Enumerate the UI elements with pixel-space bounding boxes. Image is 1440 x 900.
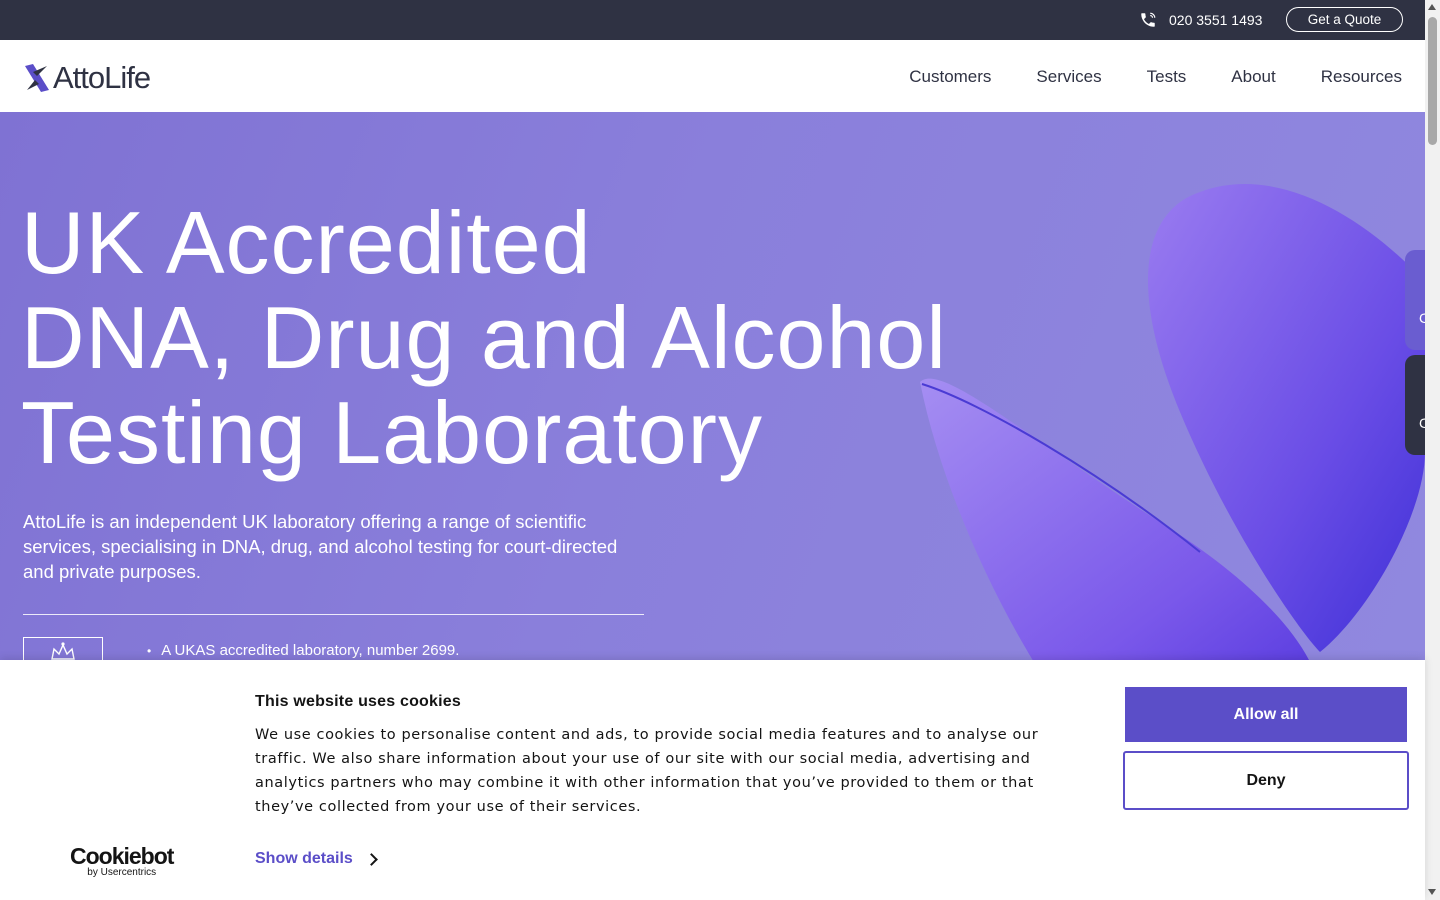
accreditation-badge: [23, 637, 103, 660]
side-tab-1[interactable]: C: [1405, 250, 1429, 350]
top-bar: 020 3551 1493 Get a Quote: [0, 0, 1425, 40]
hero-title-line-1: UK Accredited: [21, 193, 592, 292]
side-tab-2[interactable]: C: [1405, 355, 1429, 455]
scrollbar-thumb[interactable]: [1428, 17, 1437, 145]
nav-item-services[interactable]: Services: [1036, 67, 1101, 87]
scroll-down-icon[interactable]: [1428, 889, 1436, 895]
site-logo[interactable]: AttoLife: [23, 60, 151, 96]
nav-item-resources[interactable]: Resources: [1321, 67, 1402, 87]
scroll-up-icon[interactable]: [1428, 4, 1436, 10]
nav-item-tests[interactable]: Tests: [1147, 67, 1187, 87]
cookiebot-logo: Cookiebot by Usercentrics: [70, 843, 174, 878]
hero-intro: AttoLife is an independent UK laboratory…: [23, 511, 618, 582]
deny-button[interactable]: Deny: [1123, 751, 1409, 810]
nav-item-about[interactable]: About: [1231, 67, 1275, 87]
cookie-title: This website uses cookies: [255, 693, 461, 710]
hero-title: UK Accredited DNA, Drug and Alcohol Test…: [21, 195, 1021, 480]
chevron-right-icon: [364, 852, 378, 866]
hero-title-line-2: DNA, Drug and Alcohol: [21, 288, 947, 387]
accreditation-bullet: A UKAS accredited laboratory, number 269…: [147, 642, 459, 659]
logo-wordmark: AttoLife: [53, 60, 151, 95]
hero-title-line-3: Testing Laboratory: [21, 383, 763, 482]
cookiebot-name: Cookiebot: [70, 843, 174, 869]
cookie-body: We use cookies to personalise content an…: [255, 727, 1039, 815]
nav-item-customers[interactable]: Customers: [909, 67, 991, 87]
hero-section: UK Accredited DNA, Drug and Alcohol Test…: [0, 112, 1425, 660]
page-scrollbar[interactable]: [1425, 0, 1440, 900]
main-nav: Customers Services Tests About Resources: [909, 67, 1402, 87]
allow-all-button[interactable]: Allow all: [1125, 687, 1407, 742]
cookie-banner: Cookiebot by Usercentrics This website u…: [0, 660, 1425, 900]
site-header: AttoLife Customers Services Tests About …: [0, 40, 1425, 112]
crown-crest-icon: [51, 642, 75, 660]
show-details-link[interactable]: Show details: [255, 850, 378, 868]
phone-link[interactable]: 020 3551 1493: [1139, 11, 1262, 29]
get-a-quote-button[interactable]: Get a Quote: [1286, 7, 1403, 32]
hero-divider: [23, 614, 644, 615]
show-details-label[interactable]: Show details: [255, 850, 353, 868]
attolife-logo-icon: [25, 64, 49, 92]
phone-icon: [1141, 12, 1156, 27]
cookiebot-by: by Usercentrics: [87, 867, 157, 878]
phone-number[interactable]: 020 3551 1493: [1169, 12, 1262, 28]
